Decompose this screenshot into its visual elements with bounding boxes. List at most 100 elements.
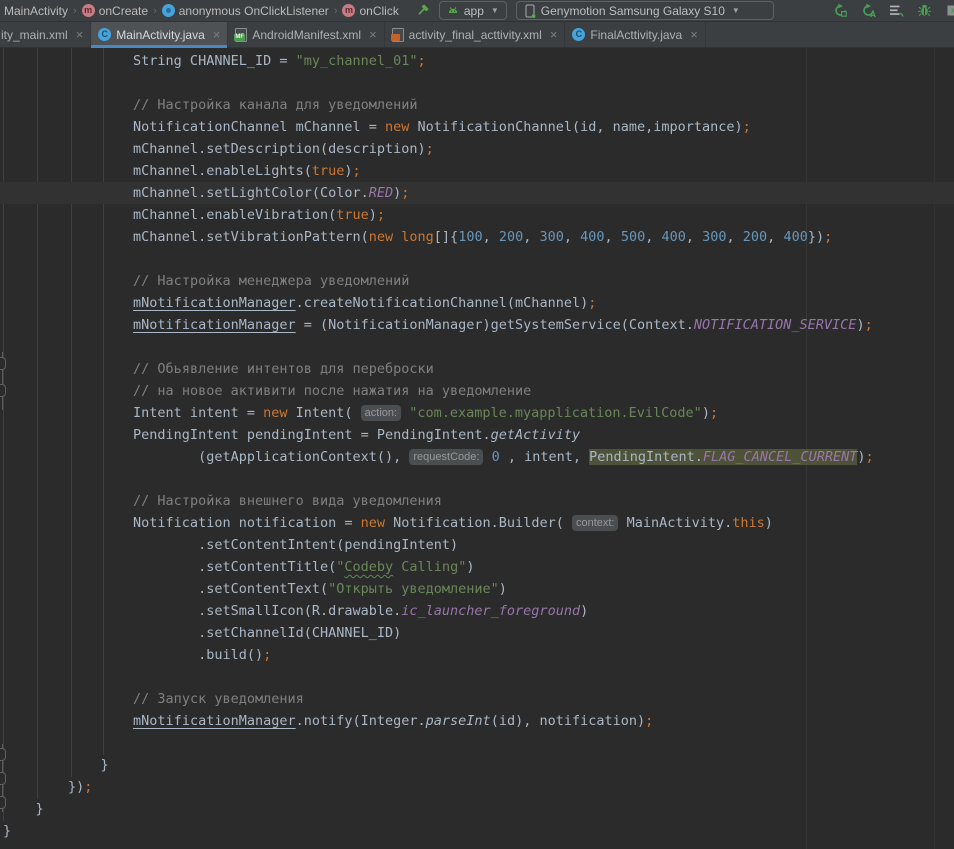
code-line[interactable] bbox=[0, 666, 954, 688]
code-token: 0 bbox=[492, 449, 500, 465]
apply-changes-icon[interactable] bbox=[833, 3, 848, 18]
code-token: (id), notification) bbox=[491, 713, 645, 729]
code-token: ; bbox=[866, 449, 874, 465]
code-token bbox=[3, 273, 133, 289]
code-token: , bbox=[523, 229, 539, 245]
code-line[interactable]: // Запуск уведомления bbox=[0, 688, 954, 710]
debug-icon[interactable] bbox=[917, 3, 932, 18]
build-hammer-icon[interactable] bbox=[415, 3, 430, 18]
fold-marker-icon[interactable] bbox=[0, 357, 6, 370]
code-token: ; bbox=[377, 207, 385, 223]
code-line[interactable]: mChannel.enableVibration(true); bbox=[0, 204, 954, 226]
code-token: 200 bbox=[499, 229, 523, 245]
code-line[interactable]: // Настройка канала для уведомлений bbox=[0, 94, 954, 116]
code-line[interactable]: Intent intent = new Intent( action: "com… bbox=[0, 402, 954, 424]
code-line[interactable]: .setContentText("Открыть уведомление") bbox=[0, 578, 954, 600]
code-token bbox=[3, 317, 133, 333]
device-selector[interactable]: Genymotion Samsung Galaxy S10 ▼ bbox=[516, 1, 774, 20]
code-line[interactable]: // Настройка внешнего вида уведомления bbox=[0, 490, 954, 512]
tab-label: ity_main.xml bbox=[1, 28, 68, 42]
code-line[interactable]: String CHANNEL_ID = "my_channel_01"; bbox=[0, 50, 954, 72]
code-line[interactable]: // Настройка менеджера уведомлений bbox=[0, 270, 954, 292]
code-line[interactable]: .setContentTitle("Codeby Calling") bbox=[0, 556, 954, 578]
code-token: .setContentText( bbox=[3, 581, 328, 597]
code-line[interactable] bbox=[0, 248, 954, 270]
code-line[interactable] bbox=[0, 336, 954, 358]
breadcrumb-item[interactable]: anonymous OnClickListener bbox=[160, 4, 331, 18]
code-token: true bbox=[336, 207, 369, 223]
code-area[interactable]: String CHANNEL_ID = "my_channel_01"; // … bbox=[0, 50, 954, 842]
fold-marker-icon[interactable] bbox=[0, 772, 6, 785]
code-line[interactable] bbox=[0, 72, 954, 94]
code-token bbox=[3, 361, 133, 377]
code-line[interactable]: .setSmallIcon(R.drawable.ic_launcher_for… bbox=[0, 600, 954, 622]
code-line[interactable] bbox=[0, 468, 954, 490]
code-line[interactable]: } bbox=[0, 754, 954, 776]
code-line[interactable]: } bbox=[0, 798, 954, 820]
code-token: .notify(Integer. bbox=[296, 713, 426, 729]
breadcrumb-item[interactable]: monCreate bbox=[80, 4, 150, 18]
fold-marker-icon[interactable] bbox=[0, 748, 6, 761]
code-token: ) bbox=[765, 515, 773, 531]
code-token: .build() bbox=[3, 647, 263, 663]
code-line[interactable]: mChannel.setDescription(description); bbox=[0, 138, 954, 160]
code-token bbox=[3, 691, 133, 707]
breadcrumb: MainActivity›monCreate›anonymous OnClick… bbox=[0, 4, 401, 18]
tab-ity_main.xml[interactable]: ity_main.xml × bbox=[0, 22, 91, 47]
code-line[interactable]: (getApplicationContext(), requestCode: 0… bbox=[0, 446, 954, 468]
close-icon[interactable]: × bbox=[213, 27, 221, 42]
code-line[interactable]: mNotificationManager.createNotificationC… bbox=[0, 292, 954, 314]
breadcrumb-item[interactable]: monClick bbox=[340, 4, 400, 18]
method-icon: m bbox=[82, 4, 95, 17]
code-editor[interactable]: String CHANNEL_ID = "my_channel_01"; // … bbox=[0, 48, 954, 849]
code-line[interactable]: // Обьявление интентов для переброски bbox=[0, 358, 954, 380]
tab-AndroidManifest.xml[interactable]: MFAndroidManifest.xml× bbox=[228, 22, 384, 47]
code-token: , intent, bbox=[500, 449, 589, 465]
code-line[interactable]: .build(); bbox=[0, 644, 954, 666]
profiler-icon[interactable] bbox=[889, 3, 904, 18]
code-token: ) bbox=[344, 163, 352, 179]
code-token: mChannel.setDescription(description) bbox=[3, 141, 426, 157]
code-line[interactable]: }); bbox=[0, 776, 954, 798]
tab-activity_final_acttivity.xml[interactable]: activity_final_acttivity.xml× bbox=[385, 22, 566, 47]
navigation-bar: MainActivity›monCreate›anonymous OnClick… bbox=[0, 0, 954, 22]
close-icon[interactable]: × bbox=[76, 27, 84, 42]
code-token: ; bbox=[401, 185, 409, 201]
close-icon[interactable]: × bbox=[369, 27, 377, 42]
code-line[interactable] bbox=[0, 732, 954, 754]
code-token: mChannel.setLightColor(Color. bbox=[3, 185, 369, 201]
manifest-icon: MF bbox=[235, 28, 247, 42]
apply-code-changes-icon[interactable]: A bbox=[861, 3, 876, 18]
code-line[interactable]: Notification notification = new Notifica… bbox=[0, 512, 954, 534]
fold-marker-icon[interactable] bbox=[0, 796, 6, 809]
code-line[interactable]: NotificationChannel mChannel = new Notif… bbox=[0, 116, 954, 138]
tab-FinalActtivity.java[interactable]: CFinalActtivity.java× bbox=[565, 22, 705, 47]
code-line[interactable]: mChannel.setLightColor(Color.RED); bbox=[0, 182, 954, 204]
close-icon[interactable]: × bbox=[690, 27, 698, 42]
code-line[interactable]: } bbox=[0, 820, 954, 842]
code-line[interactable]: PendingIntent pendingIntent = PendingInt… bbox=[0, 424, 954, 446]
fold-marker-icon[interactable] bbox=[0, 384, 6, 397]
tab-MainActivity.java[interactable]: CMainActivity.java× bbox=[91, 22, 228, 47]
code-line[interactable]: mChannel.enableLights(true); bbox=[0, 160, 954, 182]
svg-text:A: A bbox=[870, 10, 876, 18]
close-icon[interactable]: × bbox=[550, 27, 558, 42]
code-line[interactable]: mNotificationManager = (NotificationMana… bbox=[0, 314, 954, 336]
code-token: ; bbox=[426, 141, 434, 157]
breadcrumb-item[interactable]: MainActivity bbox=[2, 4, 70, 18]
code-line[interactable]: mNotificationManager.notify(Integer.pars… bbox=[0, 710, 954, 732]
tab-label: FinalActtivity.java bbox=[590, 28, 682, 42]
code-line[interactable]: .setChannelId(CHANNEL_ID) bbox=[0, 622, 954, 644]
tab-label: MainActivity.java bbox=[116, 28, 204, 42]
attach-debugger-icon[interactable] bbox=[945, 3, 954, 18]
run-configuration-selector[interactable]: app ▼ bbox=[439, 1, 507, 20]
code-token: new bbox=[263, 405, 287, 421]
code-line[interactable]: .setContentIntent(pendingIntent) bbox=[0, 534, 954, 556]
code-line[interactable]: // на новое активити после нажатия на ув… bbox=[0, 380, 954, 402]
code-token: .setSmallIcon(R.drawable. bbox=[3, 603, 401, 619]
code-token: 400 bbox=[661, 229, 685, 245]
code-line[interactable]: mChannel.setVibrationPattern(new long[]{… bbox=[0, 226, 954, 248]
code-token: , bbox=[483, 229, 499, 245]
layout-icon bbox=[392, 28, 404, 42]
code-token: mChannel.enableVibration( bbox=[3, 207, 336, 223]
